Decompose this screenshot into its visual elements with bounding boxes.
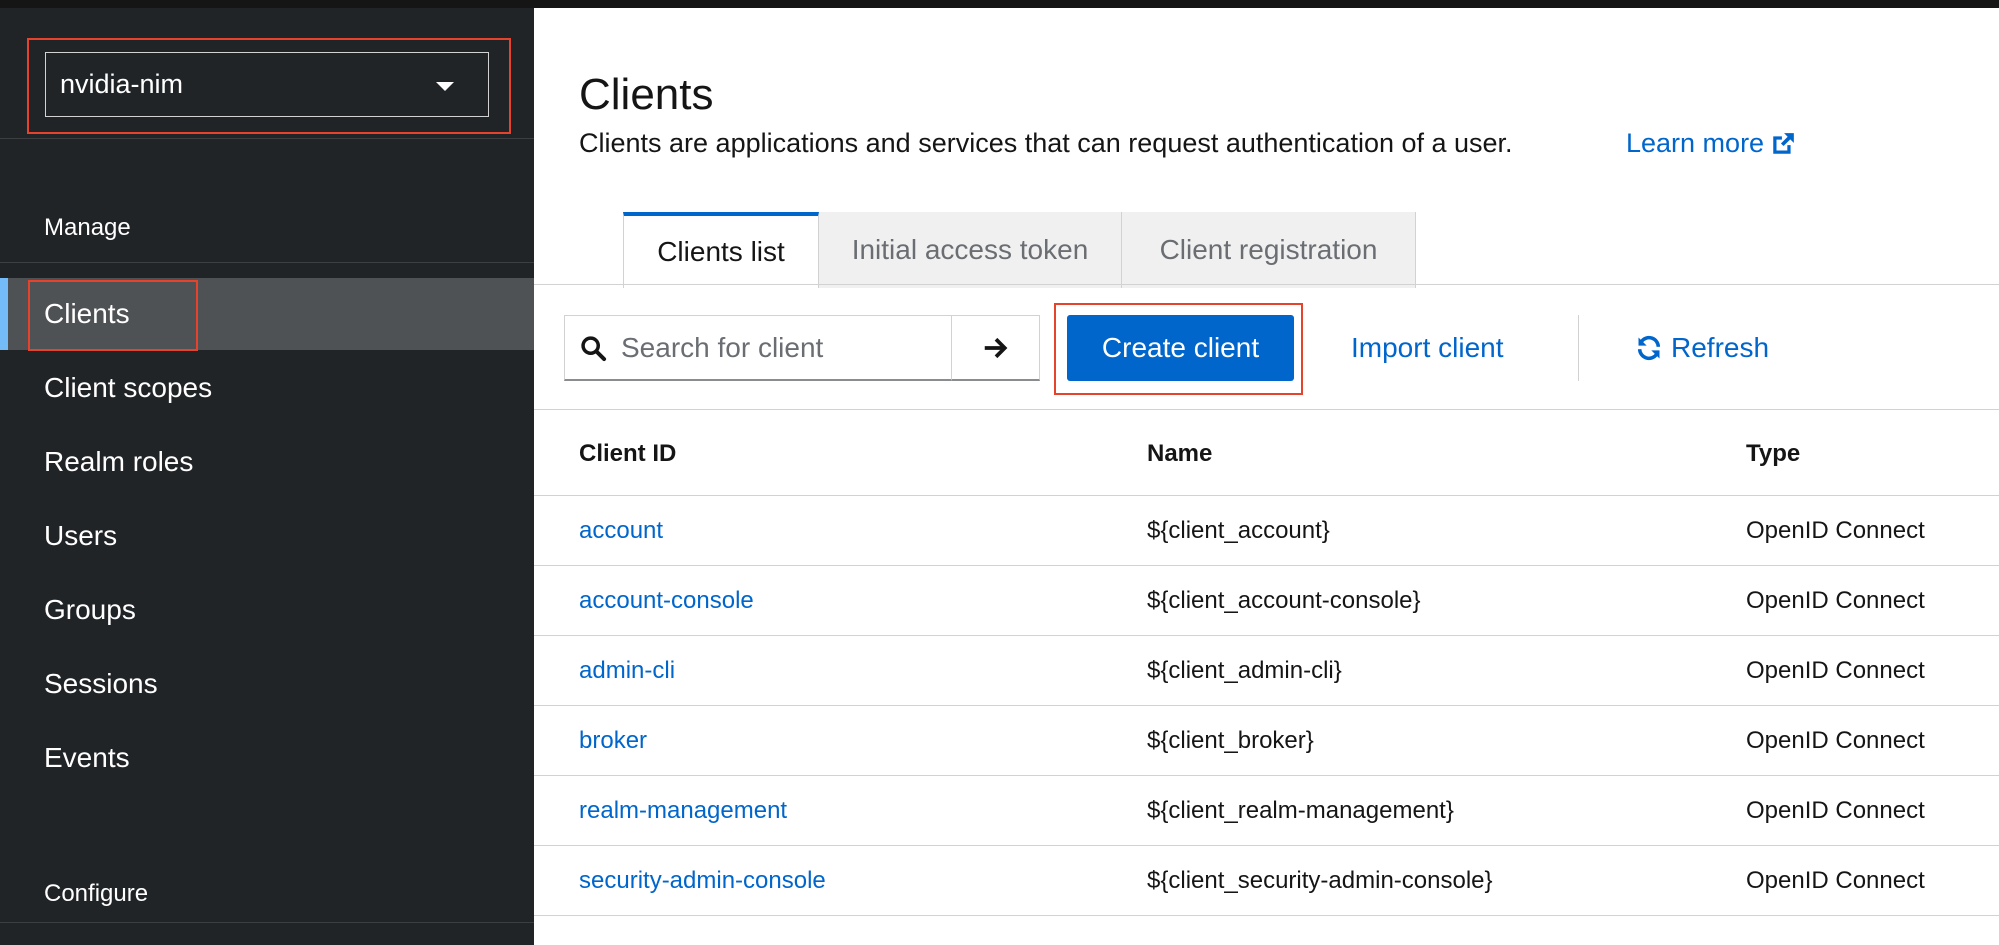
client-name: ${client_broker} [1147,727,1314,754]
refresh-icon [1637,335,1661,361]
client-type: OpenID Connect [1746,517,1925,544]
arrow-right-icon [984,337,1007,358]
main-content: Clients Clients are applications and ser… [534,8,1999,945]
column-header-type[interactable]: Type [1746,440,1800,468]
import-client-button[interactable]: Import client [1351,315,1504,381]
sidebar-item-label: Users [44,520,118,551]
column-header-client-id[interactable]: Client ID [579,440,676,468]
client-type: OpenID Connect [1746,657,1925,684]
search-box [564,315,952,381]
client-type: OpenID Connect [1746,587,1925,614]
client-name: ${client_admin-cli} [1147,657,1342,684]
client-id-link[interactable]: broker [579,727,647,755]
toolbar-separator [1578,315,1579,381]
search-input[interactable] [621,331,941,364]
clients-table: Client ID Name Type account ${client_acc… [534,410,1999,916]
sidebar: nvidia-nim Manage Clients Client scopes … [0,8,534,945]
refresh-button[interactable]: Refresh [1635,315,1769,381]
tab-clients-list[interactable]: Clients list [623,212,819,288]
realm-selector[interactable]: nvidia-nim [45,52,489,117]
refresh-label: Refresh [1671,332,1770,363]
learn-more-label: Learn more [1626,128,1765,158]
client-id-link[interactable]: account-console [579,587,754,615]
table-header: Client ID Name Type [534,410,1999,496]
section-title-manage: Manage [44,214,131,241]
client-type: OpenID Connect [1746,797,1925,824]
sidebar-item-events[interactable]: Events [0,722,534,794]
search-icon [581,335,607,361]
table-row: broker ${client_broker} OpenID Connect [534,706,1999,776]
table-row: security-admin-console ${client_security… [534,846,1999,916]
divider [0,262,534,263]
section-title-configure: Configure [44,880,149,907]
client-type: OpenID Connect [1746,867,1925,894]
tabs: Clients list Initial access token Client… [623,212,1416,288]
client-id-link[interactable]: admin-cli [579,657,675,685]
top-bar [0,0,1999,8]
realm-name: nvidia-nim [60,69,184,99]
sidebar-item-label: Realm roles [44,446,194,477]
client-name: ${client_account} [1147,517,1330,544]
sidebar-item-label: Clients [44,298,130,329]
sidebar-item-sessions[interactable]: Sessions [0,648,534,720]
client-name: ${client_account-console} [1147,587,1421,614]
sidebar-item-clients[interactable]: Clients [0,278,534,350]
divider [0,138,534,139]
sidebar-item-label: Events [44,742,130,773]
sidebar-item-label: Sessions [44,668,158,699]
create-client-button[interactable]: Create client [1067,315,1294,381]
table-row: realm-management ${client_realm-manageme… [534,776,1999,846]
search-submit-button[interactable] [952,315,1040,381]
sidebar-item-label: Groups [44,594,136,625]
column-header-name[interactable]: Name [1147,440,1212,468]
sidebar-item-realm-roles[interactable]: Realm roles [0,426,534,498]
client-name: ${client_realm-management} [1147,797,1454,824]
tabs-divider [534,284,1999,285]
client-id-link[interactable]: account [579,517,663,545]
client-id-link[interactable]: security-admin-console [579,867,826,895]
caret-down-icon [436,82,454,91]
tab-client-registration[interactable]: Client registration [1122,212,1416,288]
table-row: account ${client_account} OpenID Connect [534,496,1999,566]
client-id-link[interactable]: realm-management [579,797,787,825]
page-title: Clients [579,70,714,119]
external-link-icon [1773,132,1794,154]
sidebar-item-client-scopes[interactable]: Client scopes [0,352,534,424]
tab-initial-access-token[interactable]: Initial access token [819,212,1122,288]
tab-label: Clients list [657,236,785,267]
import-client-label: Import client [1351,332,1504,363]
table-row: account-console ${client_account-console… [534,566,1999,636]
sidebar-item-label: Client scopes [44,372,213,403]
client-name: ${client_security-admin-console} [1147,867,1493,894]
sidebar-item-users[interactable]: Users [0,500,534,572]
divider [0,922,534,923]
page-description: Clients are applications and services th… [579,128,1513,158]
tab-label: Initial access token [851,234,1089,265]
learn-more-link[interactable]: Learn more [1626,128,1796,159]
table-row: admin-cli ${client_admin-cli} OpenID Con… [534,636,1999,706]
sidebar-item-groups[interactable]: Groups [0,574,534,646]
tab-label: Client registration [1159,234,1378,265]
client-type: OpenID Connect [1746,727,1925,754]
